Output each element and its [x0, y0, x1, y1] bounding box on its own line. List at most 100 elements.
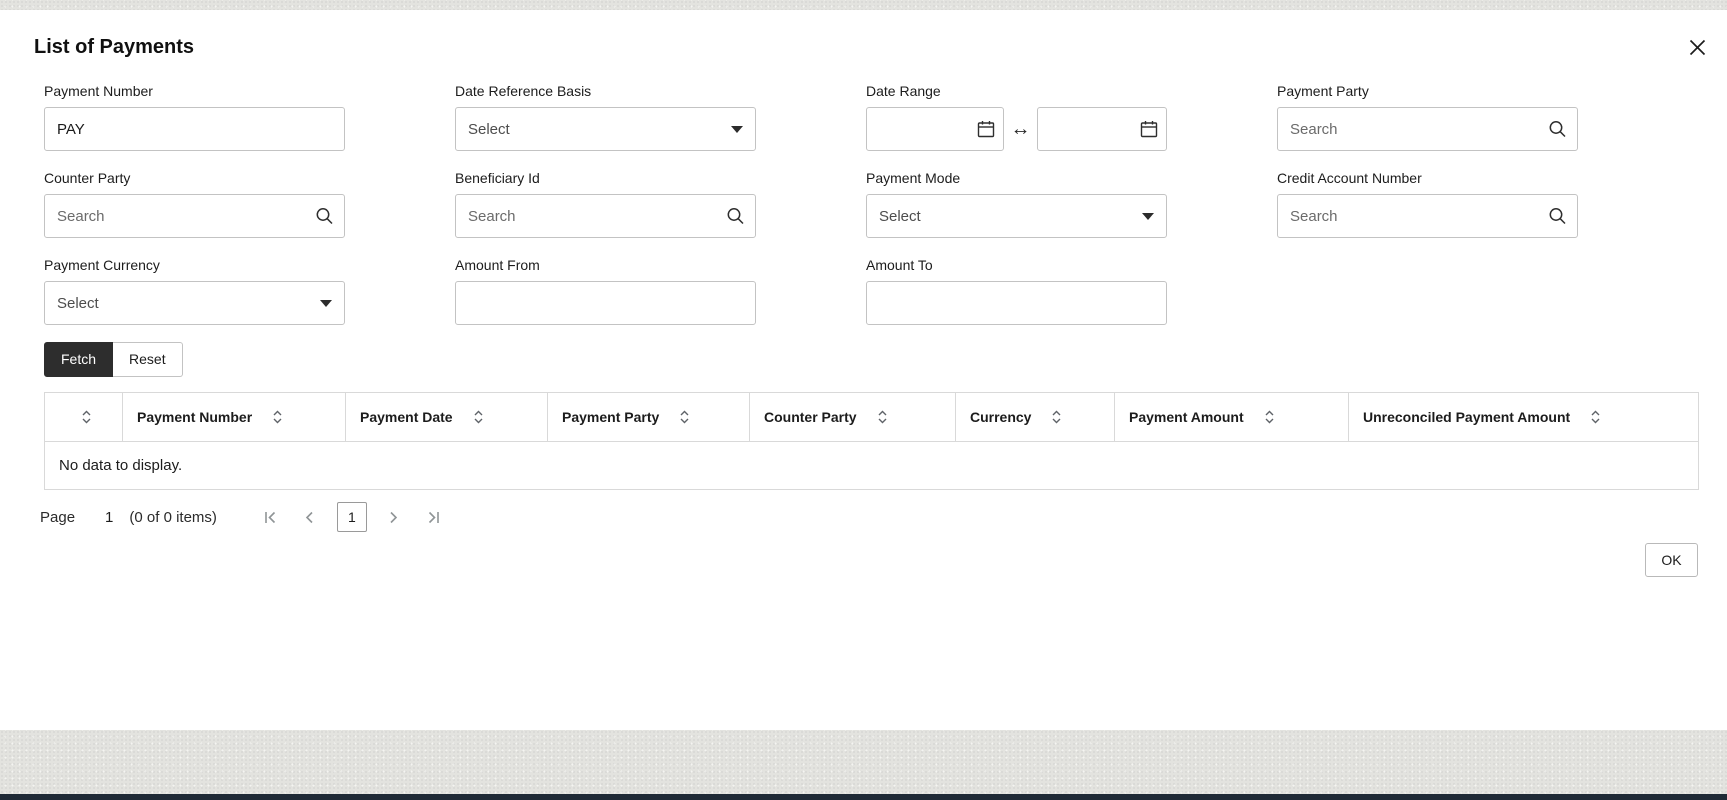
- column-label: Unreconciled Payment Amount: [1363, 409, 1571, 425]
- desktop-background: List of Payments Payment Number Date Ref…: [0, 0, 1727, 800]
- amount-from-label: Amount From: [455, 257, 540, 273]
- date-from-wrap: [866, 107, 1004, 151]
- taskbar-edge: [0, 794, 1727, 800]
- payment-party-field: Payment Party: [1277, 82, 1578, 151]
- page-number-button[interactable]: 1: [336, 502, 367, 532]
- counter-party-label: Counter Party: [44, 170, 131, 186]
- dialog-header: List of Payments: [0, 34, 1727, 60]
- credit-account-number-label: Credit Account Number: [1277, 170, 1422, 186]
- payment-mode-select[interactable]: Select: [866, 194, 1167, 238]
- column-header-unreconciled-payment-amount[interactable]: Unreconciled Payment Amount: [1348, 392, 1699, 442]
- table-header-row: Payment Number Payment Date Payment Part…: [44, 392, 1699, 442]
- column-header-payment-amount[interactable]: Payment Amount: [1114, 392, 1349, 442]
- caret-down-icon: [731, 125, 743, 133]
- payment-party-input[interactable]: [1277, 107, 1578, 151]
- column-label: Payment Number: [137, 409, 253, 425]
- caret-down-icon: [1142, 212, 1154, 220]
- calendar-icon[interactable]: [976, 119, 996, 139]
- fetch-button[interactable]: Fetch: [44, 342, 114, 377]
- date-to-wrap: [1037, 107, 1167, 151]
- column-label: Currency: [970, 409, 1032, 425]
- first-page-button[interactable]: [259, 505, 283, 529]
- sort-icon[interactable]: [1051, 410, 1062, 424]
- column-header-payment-party[interactable]: Payment Party: [547, 392, 750, 442]
- search-icon[interactable]: [1548, 120, 1567, 139]
- empty-state-row: No data to display.: [44, 441, 1699, 490]
- last-page-button[interactable]: [421, 505, 445, 529]
- payment-mode-value: Select: [879, 207, 921, 225]
- last-page-icon: [425, 510, 441, 525]
- amount-from-field: Amount From: [455, 256, 756, 325]
- column-header-counter-party[interactable]: Counter Party: [749, 392, 956, 442]
- caret-down-icon: [320, 299, 332, 307]
- beneficiary-id-label: Beneficiary Id: [455, 170, 540, 186]
- date-range-field: Date Range ↔: [866, 82, 1167, 151]
- amount-from-input[interactable]: [455, 281, 756, 325]
- close-button[interactable]: [1682, 32, 1713, 63]
- column-header-select[interactable]: [44, 392, 123, 442]
- payment-mode-label: Payment Mode: [866, 170, 961, 186]
- column-label: Payment Party: [562, 409, 660, 425]
- credit-account-number-field: Credit Account Number: [1277, 169, 1578, 238]
- left-right-arrow-icon: ↔: [1010, 118, 1031, 140]
- amount-to-field: Amount To: [866, 256, 1167, 325]
- amount-to-label: Amount To: [866, 257, 933, 273]
- previous-page-icon: [304, 510, 315, 525]
- page-number-value: 1: [105, 508, 114, 526]
- search-icon[interactable]: [1548, 207, 1567, 226]
- dialog-footer: OK: [44, 543, 1698, 577]
- date-reference-basis-field: Date Reference Basis Select: [455, 82, 756, 151]
- date-range-label: Date Range: [866, 83, 941, 99]
- desktop-texture-top: [0, 0, 1727, 10]
- payment-currency-label: Payment Currency: [44, 257, 160, 273]
- beneficiary-id-input[interactable]: [455, 194, 756, 238]
- pagination-controls: 1: [259, 502, 445, 532]
- date-reference-basis-label: Date Reference Basis: [455, 83, 592, 99]
- payments-table: Payment Number Payment Date Payment Part…: [44, 392, 1699, 490]
- search-icon[interactable]: [315, 207, 334, 226]
- sort-icon[interactable]: [81, 410, 92, 424]
- empty-state-message: No data to display.: [44, 441, 1699, 490]
- counter-party-input[interactable]: [44, 194, 345, 238]
- column-header-payment-date[interactable]: Payment Date: [345, 392, 548, 442]
- amount-to-input[interactable]: [866, 281, 1167, 325]
- payment-party-label: Payment Party: [1277, 83, 1369, 99]
- column-label: Counter Party: [764, 409, 857, 425]
- sort-icon[interactable]: [473, 410, 484, 424]
- reset-button[interactable]: Reset: [113, 342, 183, 377]
- page-label: Page: [40, 508, 76, 526]
- page-title: List of Payments: [34, 36, 195, 58]
- beneficiary-id-field: Beneficiary Id: [455, 169, 756, 238]
- sort-icon[interactable]: [679, 410, 690, 424]
- list-of-payments-dialog: List of Payments Payment Number Date Ref…: [0, 10, 1727, 730]
- payment-currency-value: Select: [57, 294, 99, 312]
- search-icon[interactable]: [726, 207, 745, 226]
- filter-form: Payment Number Date Reference Basis Sele…: [44, 82, 1727, 325]
- column-header-currency[interactable]: Currency: [955, 392, 1115, 442]
- calendar-icon[interactable]: [1139, 119, 1159, 139]
- payment-mode-field: Payment Mode Select: [866, 169, 1167, 238]
- close-icon: [1688, 39, 1707, 60]
- sort-icon[interactable]: [1590, 410, 1601, 424]
- sort-icon[interactable]: [1264, 410, 1275, 424]
- payment-currency-select[interactable]: Select: [44, 281, 345, 325]
- credit-account-number-input[interactable]: [1277, 194, 1578, 238]
- column-label: Payment Amount: [1129, 409, 1244, 425]
- filter-actions: Fetch Reset: [44, 342, 1727, 377]
- column-header-payment-number[interactable]: Payment Number: [122, 392, 346, 442]
- previous-page-button[interactable]: [298, 505, 322, 529]
- sort-icon[interactable]: [272, 410, 283, 424]
- pagination: Page 1 (0 of 0 items) 1: [40, 500, 1727, 534]
- payment-currency-field: Payment Currency Select: [44, 256, 345, 325]
- column-label: Payment Date: [360, 409, 453, 425]
- sort-icon[interactable]: [877, 410, 888, 424]
- desktop-texture-bottom: [0, 730, 1727, 794]
- next-page-button[interactable]: [382, 505, 406, 529]
- date-reference-basis-select[interactable]: Select: [455, 107, 756, 151]
- ok-button[interactable]: OK: [1645, 543, 1698, 577]
- items-summary: (0 of 0 items): [129, 508, 217, 526]
- next-page-icon: [388, 510, 399, 525]
- payment-number-input[interactable]: [44, 107, 345, 151]
- payment-number-field: Payment Number: [44, 82, 345, 151]
- date-reference-basis-value: Select: [468, 120, 510, 138]
